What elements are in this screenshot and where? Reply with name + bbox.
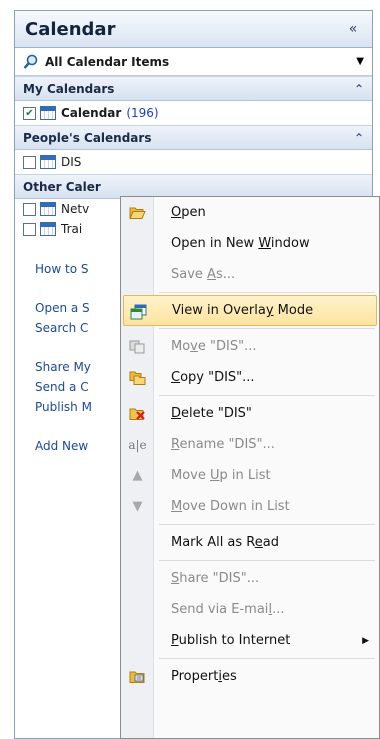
delete-folder-icon bbox=[129, 405, 146, 422]
collapse-pane-button[interactable]: « bbox=[344, 21, 362, 37]
menu-item-label: Open bbox=[171, 205, 206, 220]
menu-item-save-as[interactable]: Save As... bbox=[121, 259, 379, 290]
menu-item-move-up[interactable]: ▲ Move Up in List bbox=[121, 460, 379, 491]
menu-item-label: View in Overlay Mode bbox=[172, 303, 314, 318]
pane-title: Calendar bbox=[25, 18, 116, 40]
copy-folder-icon bbox=[129, 369, 146, 386]
menu-item-publish-to-internet[interactable]: Publish to Internet ▶ bbox=[121, 625, 379, 656]
menu-item-open[interactable]: Open bbox=[121, 197, 379, 228]
menu-separator bbox=[159, 560, 375, 561]
checkbox[interactable] bbox=[23, 155, 36, 169]
calendar-item-calendar[interactable]: ✔ Calendar (196) bbox=[15, 101, 372, 125]
menu-item-label: Move Up in List bbox=[171, 468, 271, 483]
menu-item-send-via-email[interactable]: Send via E-mail... bbox=[121, 594, 379, 625]
dropdown-arrow-icon: ▼ bbox=[356, 56, 364, 67]
group-title: Other Caler bbox=[23, 179, 101, 194]
menu-item-view-overlay[interactable]: View in Overlay Mode bbox=[123, 295, 377, 326]
menu-item-label: Save As... bbox=[171, 267, 236, 282]
calendar-icon bbox=[40, 106, 56, 120]
menu-item-rename[interactable]: a|e Rename "DIS"... bbox=[121, 429, 379, 460]
calendar-label: Netv bbox=[61, 202, 90, 216]
down-arrow-icon: ▼ bbox=[132, 499, 143, 514]
menu-item-move[interactable]: Move "DIS"... bbox=[121, 331, 379, 362]
rename-icon: a|e bbox=[128, 437, 147, 452]
move-icon bbox=[129, 338, 146, 355]
group-title: My Calendars bbox=[23, 81, 115, 96]
chevron-up-icon[interactable]: ⌃ bbox=[354, 131, 364, 145]
view-selector-label: All Calendar Items bbox=[45, 54, 170, 69]
up-arrow-icon: ▲ bbox=[132, 468, 143, 483]
context-menu: Open Open in New Window Save As... View … bbox=[120, 196, 380, 739]
checkbox[interactable] bbox=[23, 222, 36, 236]
menu-item-label: Move Down in List bbox=[171, 499, 290, 514]
menu-item-label: Properties bbox=[171, 669, 237, 684]
chevron-up-icon[interactable]: ⌃ bbox=[354, 82, 364, 96]
calendar-item-dis[interactable]: DIS bbox=[15, 150, 372, 174]
calendar-label: DIS bbox=[61, 155, 82, 169]
menu-item-copy[interactable]: Copy "DIS"... bbox=[121, 362, 379, 393]
menu-item-label: Mark All as Read bbox=[171, 535, 279, 550]
menu-item-mark-all-read[interactable]: Mark All as Read bbox=[121, 527, 379, 558]
menu-item-label: Rename "DIS"... bbox=[171, 437, 275, 452]
item-count: (196) bbox=[126, 106, 159, 120]
calendar-icon bbox=[40, 202, 56, 216]
menu-item-label: Publish to Internet bbox=[171, 633, 291, 648]
menu-separator bbox=[159, 658, 375, 659]
group-peoples-calendars[interactable]: People's Calendars ⌃ bbox=[15, 125, 372, 150]
submenu-arrow-icon: ▶ bbox=[362, 635, 369, 646]
menu-item-label: Delete "DIS" bbox=[171, 406, 252, 421]
pane-header: Calendar « bbox=[15, 11, 372, 48]
calendar-label: Calendar bbox=[61, 106, 122, 120]
menu-item-move-down[interactable]: ▼ Move Down in List bbox=[121, 491, 379, 522]
properties-icon bbox=[129, 668, 146, 685]
group-title: People's Calendars bbox=[23, 130, 152, 145]
calendar-icon bbox=[40, 155, 56, 169]
group-my-calendars[interactable]: My Calendars ⌃ bbox=[15, 76, 372, 101]
menu-separator bbox=[159, 292, 375, 293]
menu-item-share[interactable]: Share "DIS"... bbox=[121, 563, 379, 594]
menu-item-label: Copy "DIS"... bbox=[171, 370, 255, 385]
open-folder-icon bbox=[129, 204, 146, 221]
menu-item-label: Send via E-mail... bbox=[171, 602, 285, 617]
menu-item-delete[interactable]: Delete "DIS" bbox=[121, 398, 379, 429]
menu-item-open-new-window[interactable]: Open in New Window bbox=[121, 228, 379, 259]
overlay-icon bbox=[130, 303, 147, 320]
checkbox[interactable] bbox=[23, 202, 36, 216]
menu-item-properties[interactable]: Properties bbox=[121, 661, 379, 692]
menu-separator bbox=[159, 524, 375, 525]
calendar-label: Trai bbox=[61, 222, 83, 236]
menu-item-label: Open in New Window bbox=[171, 236, 310, 251]
view-selector[interactable]: All Calendar Items ▼ bbox=[15, 48, 372, 76]
menu-separator bbox=[159, 328, 375, 329]
menu-item-label: Share "DIS"... bbox=[171, 571, 260, 586]
menu-separator bbox=[159, 395, 375, 396]
checkbox[interactable]: ✔ bbox=[23, 106, 36, 120]
menu-item-label: Move "DIS"... bbox=[171, 339, 257, 354]
calendar-icon bbox=[40, 222, 56, 236]
search-icon bbox=[23, 54, 39, 70]
